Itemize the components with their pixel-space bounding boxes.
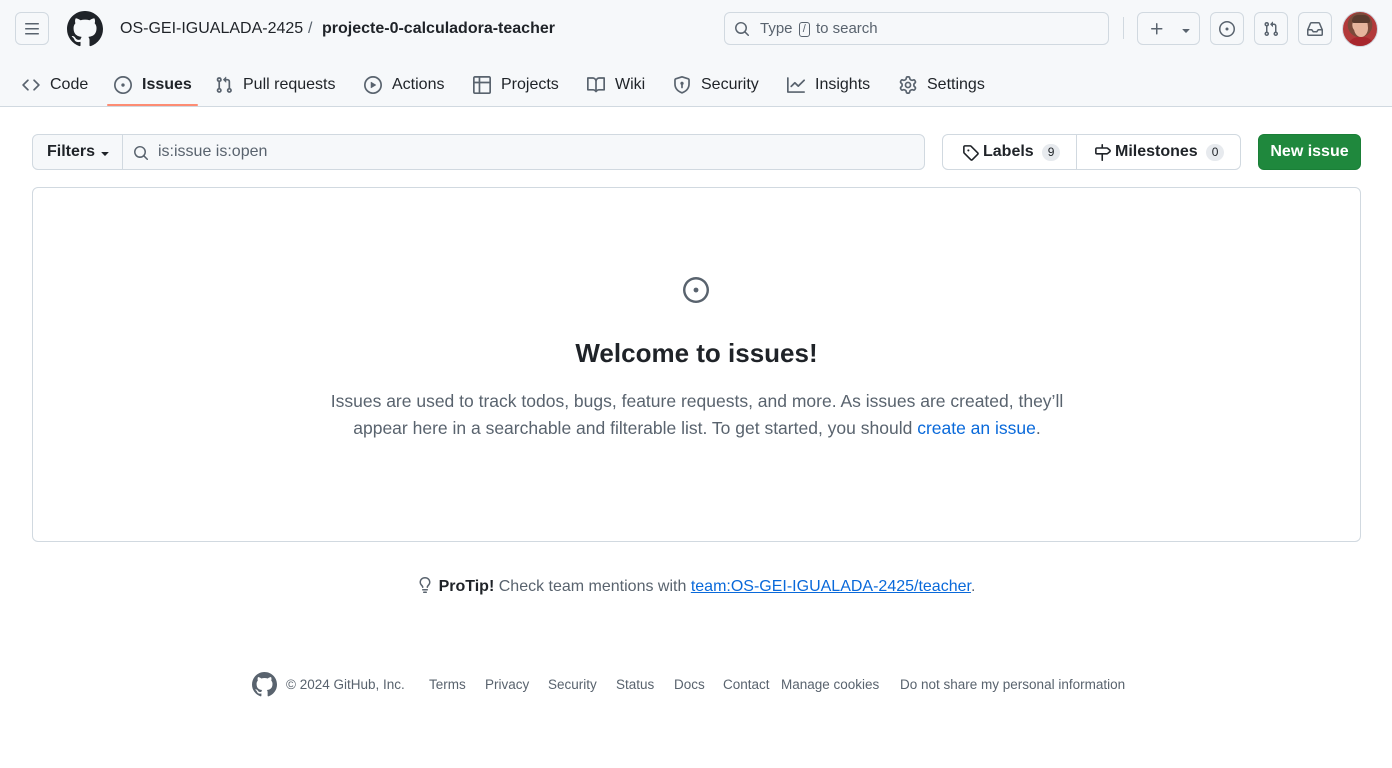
tab-issues[interactable]: Issues	[114, 64, 192, 106]
tab-label: Settings	[927, 76, 985, 93]
tab-label: Projects	[501, 76, 559, 93]
tab-label: Insights	[815, 76, 871, 93]
footer-link-contact[interactable]: Contact	[723, 677, 770, 692]
milestones-button[interactable]: Milestones 0	[1076, 134, 1241, 170]
filters-label: Filters	[47, 143, 96, 160]
footer-link-privacy[interactable]: Privacy	[485, 677, 529, 692]
breadcrumb-repo[interactable]: projecte-0-calculadora-teacher	[322, 19, 555, 39]
tab-label: Issues	[142, 76, 192, 93]
play-icon	[364, 76, 382, 94]
git-pull-request-icon	[1264, 21, 1279, 36]
labels-button-content: Labels 9	[962, 135, 1061, 169]
filters-dropdown-button[interactable]: Filters	[32, 134, 123, 170]
triangle-down-icon	[101, 152, 109, 156]
hamburger-icon	[25, 22, 39, 34]
tab-label: Security	[701, 76, 759, 93]
footer-copyright: © 2024 GitHub, Inc.	[286, 677, 405, 692]
milestone-icon	[1095, 143, 1111, 161]
footer-link-manage-cookies[interactable]: Manage cookies	[781, 677, 879, 692]
search-icon	[134, 146, 149, 161]
protip-label: ProTip!	[438, 578, 495, 595]
protip-period: .	[970, 578, 976, 595]
footer-link-docs[interactable]: Docs	[674, 677, 705, 692]
app-header: OS-GEI-IGUALADA-2425 / projecte-0-calcul…	[0, 0, 1392, 107]
tab-projects[interactable]: Projects	[473, 64, 559, 106]
milestones-button-content: Milestones 0	[1094, 135, 1225, 169]
labels-button[interactable]: Labels 9	[942, 134, 1077, 170]
issue-search-input[interactable]: is:issue is:open	[122, 134, 925, 170]
breadcrumb-separator: /	[308, 20, 313, 37]
github-logo-icon[interactable]	[67, 11, 103, 47]
graph-icon	[787, 77, 805, 93]
tab-wiki[interactable]: Wiki	[587, 64, 645, 106]
avatar-hair	[1352, 15, 1370, 23]
tab-label: Code	[50, 76, 89, 93]
footer-link-terms[interactable]: Terms	[429, 677, 466, 692]
tab-code[interactable]: Code	[22, 64, 88, 106]
issue-search-value: is:issue is:open	[158, 143, 268, 160]
search-icon	[735, 22, 750, 37]
header-divider	[1123, 17, 1124, 39]
blankslate-title: Welcome to issues!	[575, 338, 818, 368]
tab-label: Pull requests	[243, 76, 336, 93]
open-menu-button[interactable]	[15, 12, 49, 45]
footer-link-security[interactable]: Security	[548, 677, 597, 692]
global-search-input[interactable]: Type / to search	[724, 12, 1109, 45]
inbox-button[interactable]	[1298, 12, 1332, 45]
your-issues-button[interactable]	[1210, 12, 1244, 45]
breadcrumb-owner[interactable]: OS-GEI-IGUALADA-2425	[120, 19, 303, 39]
blankslate-period: .	[1035, 418, 1041, 438]
github-mark-icon[interactable]	[252, 672, 277, 697]
inbox-icon	[1307, 21, 1323, 36]
new-issue-button[interactable]: New issue	[1258, 134, 1361, 170]
light-bulb-icon	[419, 577, 431, 593]
tab-label: Wiki	[615, 76, 646, 93]
blankslate-description: Issues are used to track todos, bugs, fe…	[307, 388, 1087, 442]
milestones-count-badge: 0	[1205, 143, 1225, 161]
tab-actions[interactable]: Actions	[364, 64, 444, 106]
footer-link-status[interactable]: Status	[616, 677, 654, 692]
tab-pull-requests[interactable]: Pull requests	[215, 64, 336, 106]
code-icon	[22, 79, 40, 91]
tab-insights[interactable]: Insights	[787, 64, 870, 106]
issue-opened-icon	[1219, 20, 1235, 37]
labels-label: Labels	[983, 143, 1034, 160]
issue-opened-icon	[683, 277, 709, 303]
issues-blankslate: Welcome to issues! Issues are used to tr…	[32, 187, 1361, 542]
plus-icon	[1151, 23, 1163, 35]
table-icon	[473, 76, 491, 94]
footer-link-do-not-share[interactable]: Do not share my personal information	[900, 677, 1125, 692]
issue-opened-icon	[114, 76, 132, 94]
labels-count-badge: 9	[1041, 143, 1061, 161]
tab-security[interactable]: Security	[673, 64, 759, 106]
gear-icon	[899, 76, 917, 94]
search-shortcut-key: /	[798, 22, 810, 37]
protip: ProTip! Check team mentions with team:OS…	[0, 577, 1392, 596]
team-mention-link[interactable]: team:OS-GEI-IGUALADA-2425/teacher	[691, 578, 971, 595]
selected-tab-underline	[107, 104, 198, 106]
search-placeholder: Type / to search	[760, 20, 878, 37]
create-issue-link[interactable]: create an issue	[917, 418, 1036, 438]
your-pull-requests-button[interactable]	[1254, 12, 1288, 45]
create-new-button[interactable]	[1137, 12, 1200, 45]
book-icon	[587, 77, 605, 93]
git-pull-request-icon	[216, 76, 232, 93]
triangle-down-icon	[1182, 29, 1190, 33]
tab-settings[interactable]: Settings	[899, 64, 985, 106]
milestones-label: Milestones	[1115, 143, 1198, 160]
user-avatar[interactable]	[1342, 11, 1378, 47]
tag-icon	[963, 144, 979, 161]
protip-text: Check team mentions with	[498, 578, 687, 595]
shield-icon	[674, 76, 690, 94]
avatar-shirt	[1347, 37, 1375, 46]
tab-label: Actions	[392, 76, 445, 93]
